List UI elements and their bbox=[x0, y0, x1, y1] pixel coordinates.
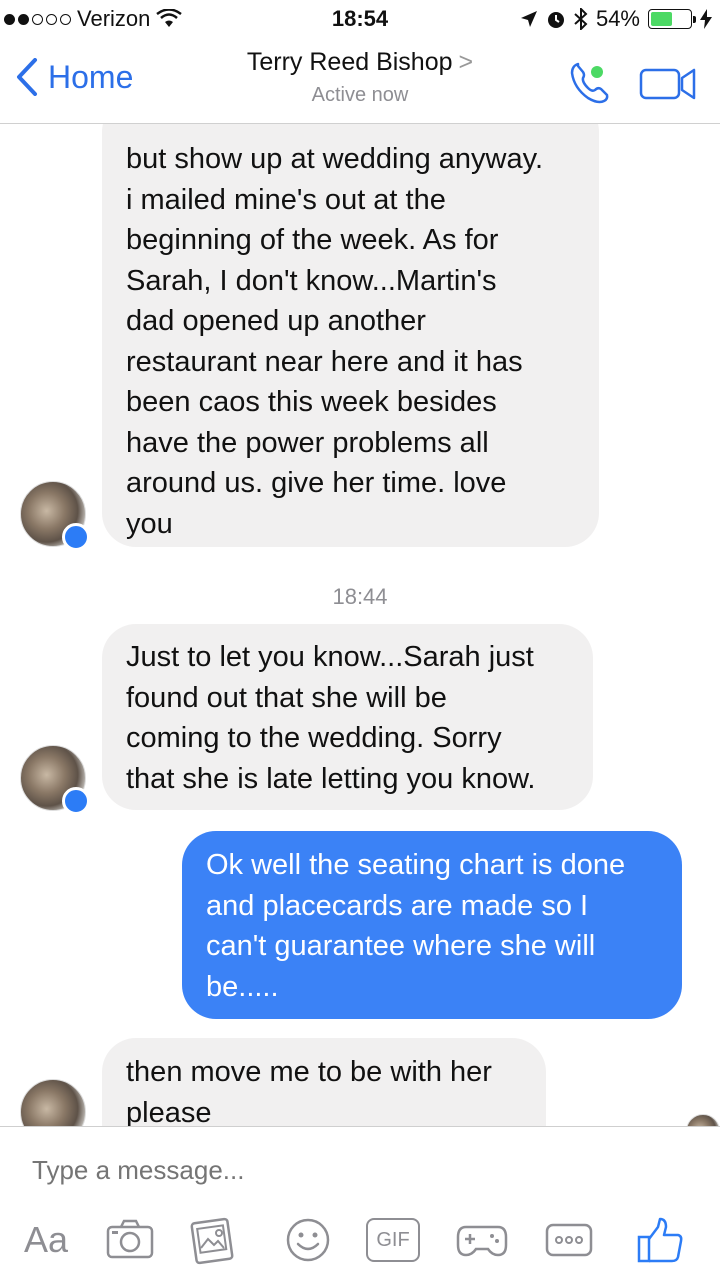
message-line: been caos this week besides bbox=[126, 386, 497, 418]
message-line: and placecards are made so I bbox=[206, 889, 589, 922]
video-camera-icon[interactable] bbox=[638, 64, 698, 104]
camera-icon[interactable] bbox=[104, 1215, 156, 1265]
location-arrow-icon bbox=[520, 11, 537, 27]
message-line: be..... bbox=[206, 970, 279, 1003]
message-composer: Aa GIF bbox=[0, 1126, 720, 1280]
message-input[interactable] bbox=[32, 1155, 692, 1186]
messenger-badge-icon bbox=[62, 787, 90, 815]
status-bar: Verizon 18:54 54% bbox=[0, 0, 720, 40]
avatar-image bbox=[20, 1079, 86, 1126]
battery-icon bbox=[648, 9, 696, 29]
message-line: please bbox=[126, 1096, 212, 1127]
message-line: dad opened up another bbox=[126, 305, 426, 337]
messenger-badge-icon bbox=[62, 523, 90, 551]
gif-button[interactable]: GIF bbox=[366, 1218, 420, 1262]
contact-avatar[interactable] bbox=[20, 481, 90, 551]
message-line: have the power problems all bbox=[126, 426, 489, 459]
message-line: found out that she will be bbox=[126, 681, 447, 714]
message-line: i mailed mine's out at the bbox=[126, 183, 446, 216]
battery-fill bbox=[651, 12, 672, 26]
message-line: can't guarantee where she will bbox=[206, 930, 596, 962]
message-line: restaurant near here and it has bbox=[126, 345, 523, 378]
message-line: then move me to be with her bbox=[126, 1056, 492, 1088]
read-receipt-avatar bbox=[686, 1114, 720, 1126]
contact-name: Terry Reed Bishop bbox=[246, 48, 453, 76]
game-icon[interactable] bbox=[454, 1215, 510, 1265]
message-line: around us. give her time. love bbox=[126, 467, 507, 499]
message-line: Ok well the seating chart is done bbox=[206, 849, 626, 881]
status-right: 54% bbox=[520, 6, 712, 32]
bluetooth-icon bbox=[574, 8, 588, 30]
message-bubble-outgoing[interactable]: Ok well the seating chart is done and pl… bbox=[182, 831, 682, 1019]
message-line: coming to the wedding. Sorry bbox=[126, 722, 502, 754]
contact-avatar[interactable] bbox=[20, 745, 90, 815]
message-line: but show up at wedding anyway. bbox=[126, 143, 544, 175]
message-bubble-incoming[interactable]: Just to let you know...Sarah just found … bbox=[102, 624, 593, 810]
gif-label: GIF bbox=[376, 1228, 410, 1251]
battery-percent: 54% bbox=[595, 6, 640, 31]
like-icon[interactable] bbox=[636, 1215, 684, 1265]
alarm-icon bbox=[547, 12, 564, 28]
message-bubble-incoming[interactable]: then move me to be with her please bbox=[102, 1038, 546, 1126]
phone-icon[interactable] bbox=[566, 58, 616, 108]
composer-toolbar: Aa GIF bbox=[0, 1215, 720, 1271]
photo-icon[interactable] bbox=[186, 1215, 238, 1265]
conversation-header: Home Terry Reed Bishop > Active now bbox=[0, 40, 720, 124]
message-list[interactable]: but show up at wedding anyway. i mailed … bbox=[0, 124, 720, 1126]
message-line: Sarah, I don't know...Martin's bbox=[126, 264, 497, 297]
message-line: beginning of the week. As for bbox=[126, 224, 499, 256]
more-icon[interactable] bbox=[544, 1215, 594, 1265]
message-line: Just to let you know...Sarah just bbox=[126, 641, 534, 673]
chevron-right-icon: > bbox=[458, 48, 474, 76]
contact-avatar[interactable] bbox=[20, 1079, 86, 1126]
message-timestamp: 18:44 bbox=[332, 584, 388, 609]
message-bubble-incoming[interactable]: but show up at wedding anyway. i mailed … bbox=[102, 124, 599, 547]
text-format-button[interactable]: Aa bbox=[20, 1215, 72, 1265]
message-line: you bbox=[126, 507, 173, 540]
message-line: that she is late letting you know. bbox=[126, 762, 536, 795]
charging-bolt-icon bbox=[700, 9, 712, 29]
emoji-icon[interactable] bbox=[284, 1215, 332, 1265]
